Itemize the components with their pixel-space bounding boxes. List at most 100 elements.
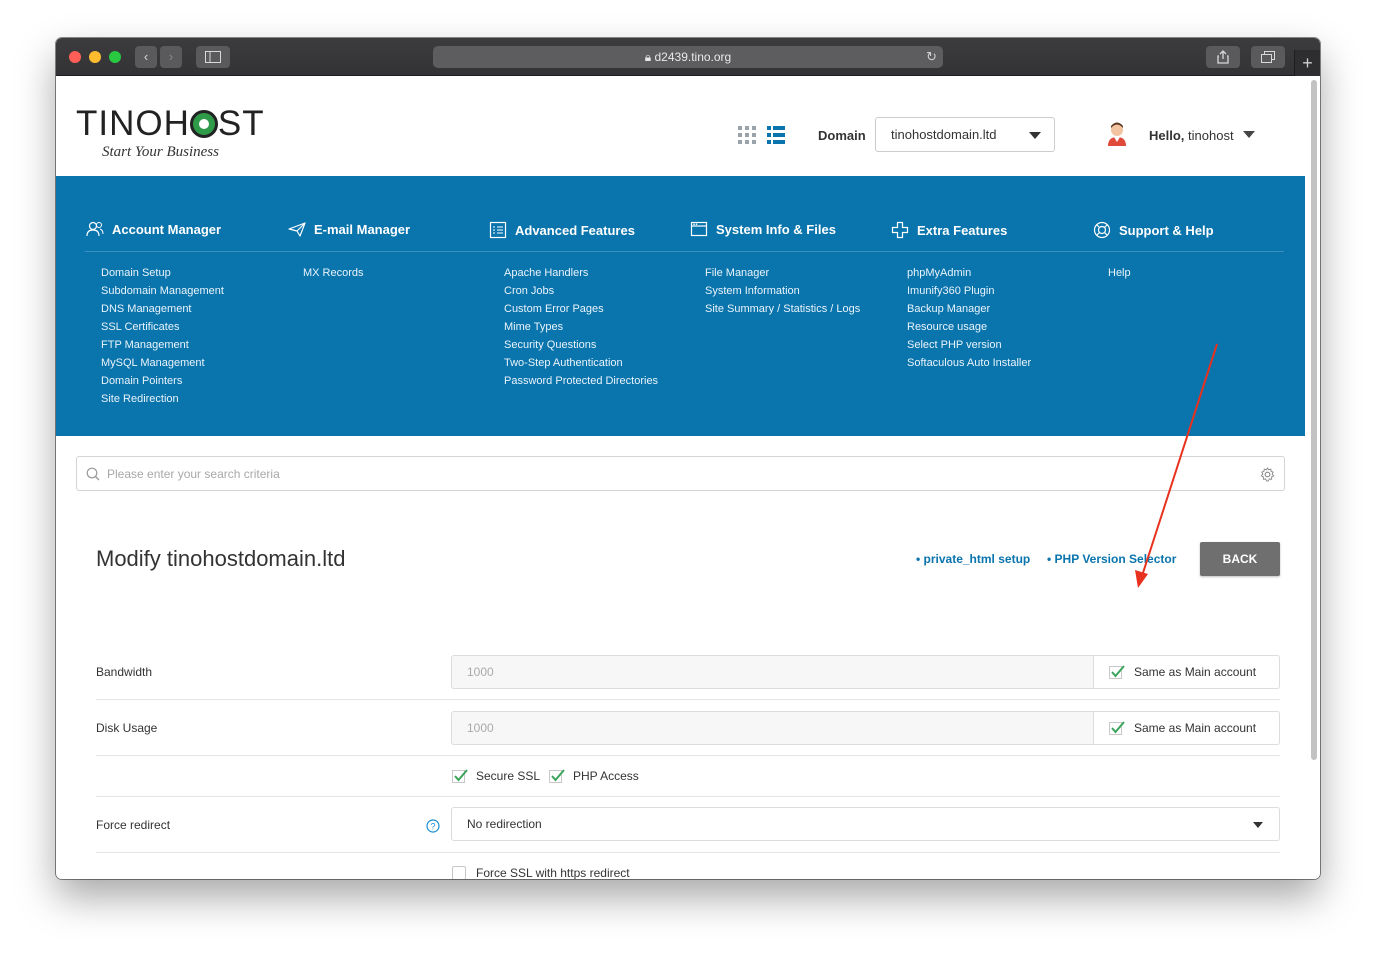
sidebar-toggle-icon[interactable] — [196, 46, 230, 68]
force-ssl-checkbox[interactable] — [452, 866, 466, 879]
username: tinohost — [1188, 128, 1234, 143]
nav-link-custom-error-pages[interactable]: Custom Error Pages — [504, 300, 658, 318]
nav-link-mime-types[interactable]: Mime Types — [504, 318, 658, 336]
user-menu-chevron-icon[interactable] — [1243, 131, 1255, 138]
force-redirect-label: Force redirect — [96, 818, 171, 832]
nav-link-security-questions[interactable]: Security Questions — [504, 336, 658, 354]
address-bar[interactable]: 🔒︎ d2439.tino.org ↻ — [433, 46, 943, 68]
same-as-main-label: Same as Main account — [1134, 665, 1257, 679]
lock-icon: 🔒︎ — [644, 50, 652, 64]
nav-link-ssl-certificates[interactable]: SSL Certificates — [101, 318, 224, 336]
php-version-selector-link[interactable]: • PHP Version Selector — [1047, 552, 1176, 566]
new-tab-icon[interactable]: + — [1294, 50, 1320, 76]
back-button[interactable]: BACK — [1200, 542, 1280, 576]
force-redirect-value: No redirection — [467, 817, 542, 831]
nav-link-domain-setup[interactable]: Domain Setup — [101, 264, 224, 282]
nav-head-system-info-files[interactable]: System Info & Files — [690, 221, 836, 237]
nav-link-subdomain-management[interactable]: Subdomain Management — [101, 282, 224, 300]
domain-label: Domain — [818, 128, 866, 143]
list-view-icon[interactable] — [767, 126, 785, 144]
nav-link-select-php-version[interactable]: Select PHP version — [907, 336, 1031, 354]
chevron-down-icon — [1029, 132, 1041, 139]
nav-link-domain-pointers[interactable]: Domain Pointers — [101, 372, 224, 390]
users-icon — [86, 221, 104, 237]
nav-link-imunify360-plugin[interactable]: Imunify360 Plugin — [907, 282, 1031, 300]
list-document-icon — [489, 221, 507, 239]
nav-link-ftp-management[interactable]: FTP Management — [101, 336, 224, 354]
nav-link-mysql-management[interactable]: MySQL Management — [101, 354, 224, 372]
nav-link-phpmyadmin[interactable]: phpMyAdmin — [907, 264, 1031, 282]
search-icon — [86, 467, 100, 481]
tinohost-logo[interactable]: TINOH ST Start Your Business — [76, 106, 265, 161]
nav-link-cron-jobs[interactable]: Cron Jobs — [504, 282, 658, 300]
disk-usage-label: Disk Usage — [96, 721, 158, 735]
nav-link-apache-handlers[interactable]: Apache Handlers — [504, 264, 658, 282]
disk-same-as-main[interactable]: Same as Main account — [1093, 711, 1280, 745]
back-nav-icon[interactable]: ‹ — [135, 46, 157, 68]
force-redirect-select[interactable]: No redirection — [451, 807, 1280, 841]
nav-head-advanced-features[interactable]: Advanced Features — [489, 221, 635, 239]
nav-link-mx-records[interactable]: MX Records — [303, 264, 364, 282]
nav-link-help[interactable]: Help — [1108, 264, 1131, 282]
nav-list-account-manager: Domain Setup Subdomain Management DNS Ma… — [101, 264, 224, 408]
plus-icon — [891, 221, 909, 239]
tabs-overview-icon[interactable] — [1251, 46, 1285, 68]
domain-select[interactable]: tinohostdomain.ltd — [875, 117, 1055, 152]
search-input[interactable] — [107, 465, 1247, 483]
grid-view-icon[interactable] — [738, 126, 756, 144]
nav-divider — [85, 251, 1284, 252]
nav-head-account-manager[interactable]: Account Manager — [86, 221, 221, 237]
search-bar[interactable] — [76, 456, 1285, 491]
gear-icon[interactable] — [1260, 467, 1275, 482]
nav-head-support-help[interactable]: Support & Help — [1093, 221, 1214, 239]
url-text: d2439.tino.org — [654, 50, 732, 64]
close-window-button[interactable] — [69, 51, 81, 63]
reload-icon[interactable]: ↻ — [926, 46, 937, 68]
nav-link-system-information[interactable]: System Information — [705, 282, 860, 300]
chevron-down-icon — [1253, 822, 1263, 828]
disk-usage-input[interactable]: 1000 — [451, 711, 1094, 745]
nav-head-email-manager[interactable]: E-mail Manager — [288, 221, 410, 237]
scrollbar-thumb[interactable] — [1311, 80, 1317, 760]
same-as-main-label: Same as Main account — [1134, 721, 1257, 735]
nav-link-dns-management[interactable]: DNS Management — [101, 300, 224, 318]
row-divider — [96, 699, 1280, 700]
user-greeting[interactable]: Hello, tinohost — [1149, 128, 1234, 143]
nav-head-extra-features[interactable]: Extra Features — [891, 221, 1007, 239]
nav-link-softaculous[interactable]: Softaculous Auto Installer — [907, 354, 1031, 372]
nav-link-file-manager[interactable]: File Manager — [705, 264, 860, 282]
web-page: TINOH ST Start Your Business Domain tino… — [56, 76, 1320, 879]
avatar[interactable] — [1106, 122, 1128, 146]
secure-ssl-label: Secure SSL — [476, 769, 541, 783]
site-header: TINOH ST Start Your Business Domain tino… — [56, 76, 1305, 176]
cloud-logo-icon — [189, 110, 218, 138]
forward-nav-icon[interactable]: › — [160, 46, 182, 68]
page-title: Modify tinohostdomain.ltd — [96, 546, 346, 571]
bandwidth-input[interactable]: 1000 — [451, 655, 1094, 689]
paper-plane-icon — [288, 222, 306, 237]
php-access-checkbox-icon[interactable] — [549, 768, 565, 784]
private-html-setup-link[interactable]: • private_html setup — [916, 552, 1030, 566]
checkbox-checked-icon[interactable] — [1109, 720, 1125, 736]
help-question-icon[interactable]: ? — [426, 819, 440, 833]
zoom-window-button[interactable] — [109, 51, 121, 63]
minimize-window-button[interactable] — [89, 51, 101, 63]
nav-link-site-summary[interactable]: Site Summary / Statistics / Logs — [705, 300, 860, 318]
nav-list-advanced-features: Apache Handlers Cron Jobs Custom Error P… — [504, 264, 658, 390]
nav-link-site-redirection[interactable]: Site Redirection — [101, 390, 224, 408]
nav-link-password-protected-directories[interactable]: Password Protected Directories — [504, 372, 658, 390]
logo-wordmark: TINOH ST — [76, 104, 265, 143]
secure-ssl-checkbox-icon[interactable] — [452, 768, 468, 784]
bandwidth-same-as-main[interactable]: Same as Main account — [1093, 655, 1280, 689]
checkbox-checked-icon[interactable] — [1109, 664, 1125, 680]
nav-link-two-step-authentication[interactable]: Two-Step Authentication — [504, 354, 658, 372]
share-icon[interactable] — [1206, 46, 1240, 68]
nav-link-resource-usage[interactable]: Resource usage — [907, 318, 1031, 336]
domain-select-value: tinohostdomain.ltd — [891, 127, 997, 142]
page-scrollbar[interactable] — [1310, 80, 1318, 760]
main-navigation: Account Manager Domain Setup Subdomain M… — [56, 176, 1305, 436]
nav-link-backup-manager[interactable]: Backup Manager — [907, 300, 1031, 318]
nav-list-extra-features: phpMyAdmin Imunify360 Plugin Backup Mana… — [907, 264, 1031, 372]
lifebuoy-icon — [1093, 221, 1111, 239]
row-divider — [96, 852, 1280, 853]
